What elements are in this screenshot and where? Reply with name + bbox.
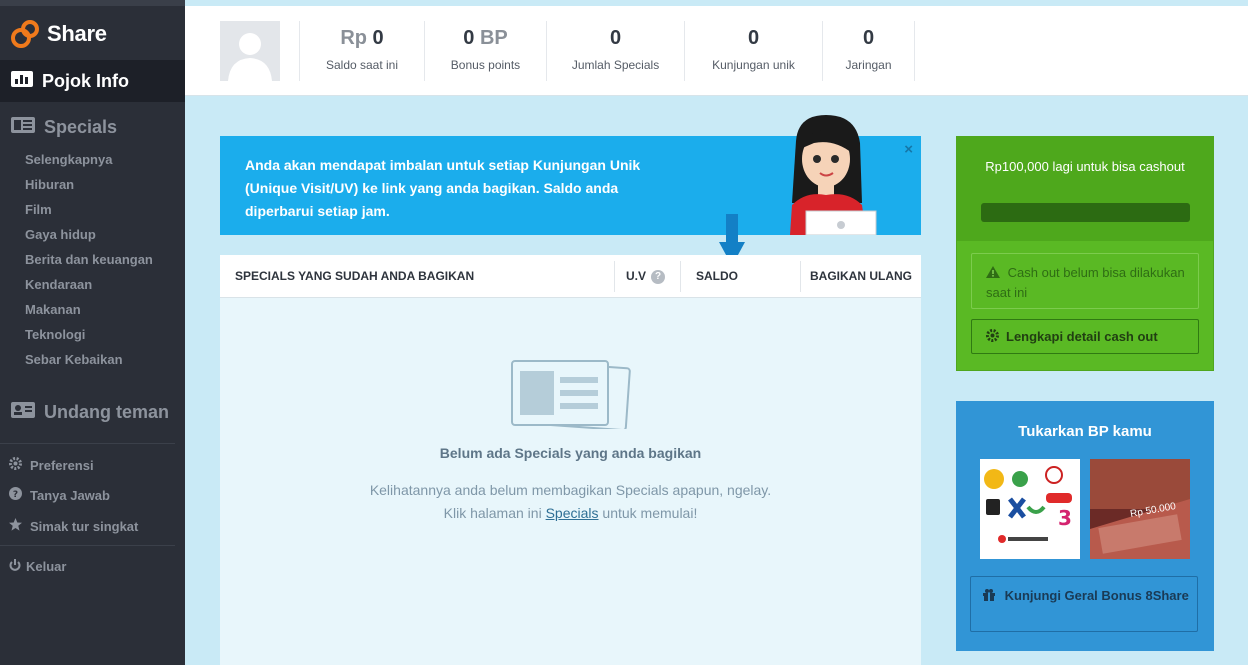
sidebar-item-label: Simak tur singkat <box>30 518 139 534</box>
specials-link[interactable]: Specials <box>546 505 599 521</box>
stat-label: Jumlah Specials <box>571 58 660 72</box>
warning-icon <box>986 265 1004 280</box>
sidebar-item-pojok-info[interactable]: Pojok Info <box>0 60 185 102</box>
bonus-gallery-label: Kunjungi Geral Bonus 8Share <box>1004 588 1189 603</box>
sidebar-divider <box>0 443 175 444</box>
sidebar-item-keluar[interactable]: Keluar <box>9 555 66 577</box>
sidebar-subitem-selengkapnya[interactable]: Selengkapnya <box>25 150 153 175</box>
stat-value: 0 <box>609 27 622 49</box>
empty-state-title: Belum ada Specials yang anda bagikan <box>439 445 702 461</box>
stat-value: 0 <box>862 27 875 49</box>
column-divider <box>680 261 681 292</box>
mobile-operator-logos-image[interactable]: 3 <box>980 459 1080 559</box>
sidebar-item-label: Undang teman <box>44 401 170 422</box>
sidebar-subitem-gaya-hidup[interactable]: Gaya hidup <box>25 225 153 250</box>
voucher-image[interactable]: Rp 50.000 <box>1090 459 1190 559</box>
question-icon: ? <box>9 487 22 503</box>
cashout-box: Rp100,000 lagi untuk bisa cashout Cash o… <box>956 136 1214 371</box>
column-divider <box>800 261 801 292</box>
sidebar-item-label: Keluar <box>26 558 67 574</box>
bp-title: Tukarkan BP kamu <box>1018 423 1152 440</box>
cashout-progress-bar <box>981 203 1190 222</box>
help-icon[interactable]: ? <box>651 269 666 284</box>
logo[interactable]: Share <box>10 18 107 50</box>
sidebar-subitem-hiburan[interactable]: Hiburan <box>25 175 153 200</box>
col-bagikan-ulang: BAGIKAN ULANG <box>810 269 912 283</box>
newspaper-icon <box>11 116 35 138</box>
stat-label: Jaringan <box>845 58 892 72</box>
power-icon <box>9 558 21 574</box>
sidebar-item-tanya-jawab[interactable]: ? Tanya Jawab <box>9 484 110 506</box>
sidebar-item-label: Specials <box>44 116 118 137</box>
col-uv-label: U.V <box>626 269 647 283</box>
banner-text: Anda akan mendapat imbalan untuk setiap … <box>245 157 641 219</box>
sidebar-subitem-teknologi[interactable]: Teknologi <box>25 325 153 350</box>
stat-jaringan: 0 Jaringan <box>823 21 915 81</box>
share-logo-icon <box>10 19 40 49</box>
sidebar-subitem-berita[interactable]: Berita dan keuangan <box>25 250 153 275</box>
sidebar-item-label: Pojok Info <box>42 70 129 91</box>
table-header: SPECIALS YANG SUDAH ANDA BAGIKAN U.V? SA… <box>220 255 921 298</box>
empty-state-line-2: Klik halaman ini Specials untuk memulai! <box>220 502 921 525</box>
gear-icon <box>986 328 999 345</box>
close-icon[interactable]: × <box>904 141 913 158</box>
stat-unit: BP <box>479 27 508 49</box>
stat-value: 0 <box>747 27 760 49</box>
shared-specials-panel: SPECIALS YANG SUDAH ANDA BAGIKAN U.V? SA… <box>220 255 921 665</box>
bar-chart-icon <box>11 70 33 92</box>
stat-value: 0 <box>463 27 475 49</box>
sidebar-subitem-film[interactable]: Film <box>25 200 153 225</box>
bp-exchange-box: Tukarkan BP kamu 3 Rp 50.000 Kunjungi Ge… <box>956 401 1214 651</box>
sidebar-subitem-sebar-kebaikan[interactable]: Sebar Kebaikan <box>25 350 153 375</box>
stat-bonus-points: 0 BP Bonus points <box>425 21 547 81</box>
stat-kunjungan-unik: 0 Kunjungan unik <box>685 21 823 81</box>
stats-bar: Rp 0 Saldo saat ini 0 BP Bonus points 0 … <box>185 6 1248 96</box>
stat-saldo: Rp 0 Saldo saat ini <box>299 21 425 81</box>
col-saldo: SALDO <box>696 269 738 283</box>
gear-icon <box>9 457 22 473</box>
contact-card-icon <box>11 401 35 423</box>
sidebar-item-specials[interactable]: Specials <box>0 112 185 142</box>
stat-label: Bonus points <box>450 58 521 72</box>
cashout-remaining-text: Rp100,000 lagi untuk bisa cashout <box>985 159 1185 174</box>
empty-line2-prefix: Klik halaman ini <box>443 505 542 521</box>
empty-cards-icon <box>510 357 632 432</box>
sidebar-item-undang-teman[interactable]: Undang teman <box>0 397 185 427</box>
svg-text:3: 3 <box>1058 506 1072 530</box>
specials-sub-list: Selengkapnya Hiburan Film Gaya hidup Ber… <box>25 150 153 375</box>
sidebar-item-label: Preferensi <box>30 457 94 473</box>
gift-icon <box>983 588 999 603</box>
bonus-gallery-button[interactable]: Kunjungi Geral Bonus 8Share <box>970 576 1198 632</box>
sidebar-subitem-kendaraan[interactable]: Kendaraan <box>25 275 153 300</box>
cashout-progress-area <box>957 137 1213 241</box>
cashout-detail-label: Lengkapi detail cash out <box>1006 329 1158 344</box>
stat-value: 0 <box>372 27 384 49</box>
svg-text:?: ? <box>13 490 18 500</box>
sidebar-divider <box>0 545 175 546</box>
avatar[interactable] <box>220 21 280 81</box>
empty-state-line-1: Kelihatannya anda belum membagikan Speci… <box>369 482 772 498</box>
sidebar-subitem-makanan[interactable]: Makanan <box>25 300 153 325</box>
sidebar-top-strip <box>0 0 185 6</box>
stat-label: Saldo saat ini <box>325 58 399 72</box>
col-specials: SPECIALS YANG SUDAH ANDA BAGIKAN <box>235 269 475 283</box>
logo-text: Share <box>47 21 107 46</box>
stat-unit: Rp <box>340 27 367 49</box>
cashout-warning: Cash out belum bisa dilakukan saat ini <box>971 253 1199 309</box>
sidebar-item-simak-tur[interactable]: Simak tur singkat <box>9 515 138 537</box>
column-divider <box>614 261 615 292</box>
mascot-illustration <box>778 113 878 235</box>
sidebar-item-label: Tanya Jawab <box>30 487 110 503</box>
cashout-warning-text: Cash out belum bisa dilakukan saat ini <box>986 265 1185 300</box>
stat-jumlah-specials: 0 Jumlah Specials <box>547 21 685 81</box>
cashout-detail-button[interactable]: Lengkapi detail cash out <box>971 319 1199 354</box>
sidebar-item-preferensi[interactable]: Preferensi <box>9 454 94 476</box>
stat-label: Kunjungan unik <box>712 58 795 72</box>
empty-line2-suffix: untuk memulai! <box>602 505 698 521</box>
star-icon <box>9 518 22 534</box>
col-uv: U.V? <box>626 255 666 298</box>
empty-state-description: Kelihatannya anda belum membagikan Speci… <box>220 479 921 525</box>
sidebar: Share Pojok Info Specials Selengkapnya H… <box>0 0 185 665</box>
